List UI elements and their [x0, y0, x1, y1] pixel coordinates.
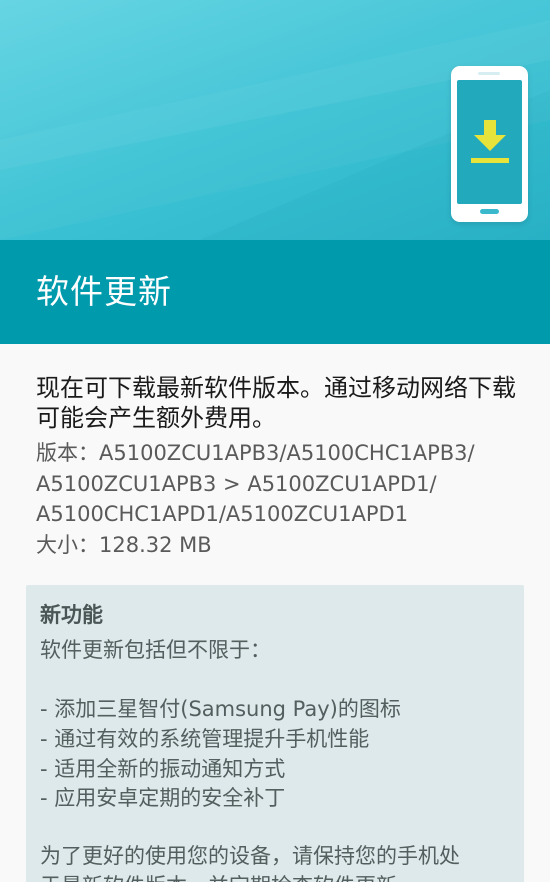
release-notes-footer-line-2: 于最新软件版本，并定期检查软件更新。: [40, 871, 520, 882]
release-notes-heading: 新功能: [40, 603, 103, 627]
release-note-item: - 通过有效的系统管理提升手机性能: [40, 727, 370, 751]
phone-speaker: [478, 72, 500, 75]
phone-home-button: [480, 209, 499, 214]
version-line-2: A5100ZCU1APB3 > A5100ZCU1APD1/: [36, 472, 437, 496]
release-note-item: - 添加三星智付(Samsung Pay)的图标: [40, 697, 401, 721]
download-size: 大小：128.32 MB: [36, 533, 212, 557]
release-notes-card: 新功能 软件更新包括但不限于： - 添加三星智付(Samsung Pay)的图标…: [26, 585, 524, 882]
version-line-3: A5100CHC1APD1/A5100ZCU1APD1: [36, 502, 409, 526]
release-note-item: - 应用安卓定期的安全补丁: [40, 786, 286, 810]
phone-illustration: [451, 66, 528, 222]
phone-screen: [457, 80, 522, 204]
hero-banner: [0, 0, 550, 240]
download-icon: [471, 120, 509, 163]
page-title: 软件更新: [36, 272, 172, 311]
release-notes-subheading: 软件更新包括但不限于：: [40, 638, 271, 662]
release-notes-footer-line-1: 为了更好的使用您的设备，请保持您的手机处: [40, 844, 460, 868]
update-intro-text: 现在可下载最新软件版本。通过移动网络下载可能会产生额外费用。: [36, 374, 516, 432]
software-update-screen: 软件更新 现在可下载最新软件版本。通过移动网络下载可能会产生额外费用。 版本：A…: [0, 0, 550, 882]
release-note-item: - 适用全新的振动通知方式: [40, 757, 286, 781]
version-line-1: 版本：A5100ZCU1APB3/A5100CHC1APB3/: [36, 441, 475, 465]
